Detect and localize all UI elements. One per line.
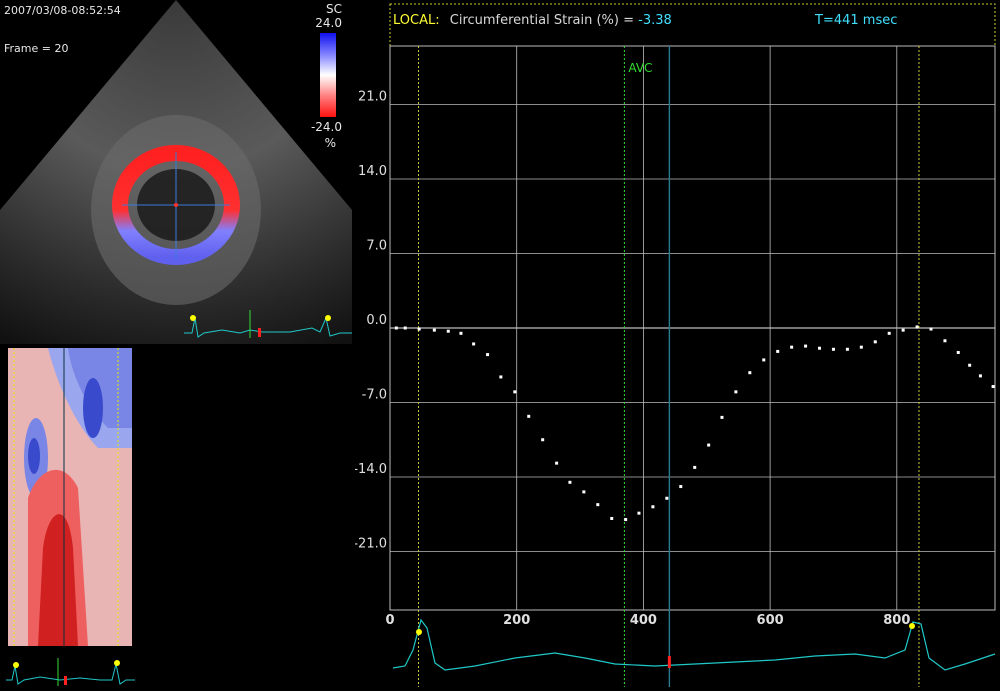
strain-point xyxy=(637,511,641,515)
strain-point xyxy=(873,340,877,344)
strain-chart[interactable]: LOCAL: Circumferential Strain (%) = -3.3… xyxy=(355,0,1000,687)
strain-point xyxy=(929,327,933,331)
strain-point xyxy=(541,438,545,442)
strain-point xyxy=(472,342,476,346)
x-axis-ticks: 0 200 400 600 800 xyxy=(385,613,910,628)
measure-label: Circumferential Strain (%) = xyxy=(450,13,634,28)
frame-label: Frame = 20 xyxy=(4,42,69,55)
strain-point xyxy=(707,443,711,447)
avc-label: AVC xyxy=(628,61,652,75)
strain-point xyxy=(901,328,905,332)
ecg-trace-mini xyxy=(6,658,135,686)
x-tick-label: 200 xyxy=(503,613,530,628)
strain-point xyxy=(776,349,780,353)
y-tick-label: -7.0 xyxy=(362,387,387,402)
reference-lines xyxy=(418,46,920,687)
strain-point xyxy=(499,375,503,379)
strain-point xyxy=(665,496,669,500)
y-tick-label: 7.0 xyxy=(366,239,387,254)
color-mmode-map xyxy=(8,348,132,646)
strain-point xyxy=(651,505,655,509)
chart-header: LOCAL: Circumferential Strain (%) = -3.3… xyxy=(389,3,996,47)
strain-point xyxy=(403,326,407,330)
scale-min-label: -24.0 xyxy=(310,120,342,134)
color-mmode-panel[interactable] xyxy=(8,348,132,646)
r-peak-marker xyxy=(416,629,422,635)
echo-image-panel[interactable]: 2007/03/08-08:52:54 Frame = 20 SC 24.0 -… xyxy=(0,0,352,344)
mini-ecg-panel xyxy=(0,650,135,687)
strain-point xyxy=(915,325,919,329)
strain-point xyxy=(978,374,982,378)
strain-point xyxy=(956,350,960,354)
time-readout: T=441 msec xyxy=(814,13,897,28)
strain-point xyxy=(582,490,586,494)
strain-point xyxy=(527,414,531,418)
strain-point xyxy=(818,346,822,350)
strain-point xyxy=(734,390,738,394)
strain-point xyxy=(432,328,436,332)
strain-point xyxy=(720,415,724,419)
strain-point xyxy=(693,465,697,469)
strain-points xyxy=(394,325,995,522)
strain-point xyxy=(555,461,559,465)
x-tick-label: 800 xyxy=(883,613,910,628)
scale-max-label: 24.0 xyxy=(315,16,342,30)
strain-point xyxy=(831,347,835,351)
strain-point xyxy=(624,518,628,522)
strain-point xyxy=(513,390,517,394)
x-tick-label: 600 xyxy=(757,613,784,628)
y-tick-label: -21.0 xyxy=(355,536,387,551)
strain-point xyxy=(486,353,490,357)
local-label: LOCAL: xyxy=(393,13,440,28)
color-scale-bar xyxy=(320,33,336,117)
timestamp: 2007/03/08-08:52:54 xyxy=(4,4,121,17)
y-tick-label: 14.0 xyxy=(358,164,387,179)
strain-point xyxy=(762,358,766,362)
strain-point xyxy=(991,385,995,389)
strain-point xyxy=(679,485,683,489)
strain-point xyxy=(568,480,572,484)
ecg-time-marker xyxy=(667,656,671,668)
strain-point xyxy=(790,345,794,349)
strain-point xyxy=(968,363,972,367)
x-tick-label: 0 xyxy=(385,613,394,628)
strain-point xyxy=(804,344,808,348)
strain-point xyxy=(596,503,600,507)
strain-point xyxy=(845,347,849,351)
strain-point xyxy=(394,326,398,330)
strain-point xyxy=(748,371,752,375)
x-tick-label: 400 xyxy=(630,613,657,628)
svg-text:LOCAL: Circumferential S: LOCAL: Circumferential Strain (%) = -3.3… xyxy=(393,13,672,28)
grid xyxy=(390,46,995,610)
strain-point xyxy=(459,331,463,335)
y-axis-ticks: 21.0 14.0 7.0 0.0 -7.0 -14.0 -21.0 xyxy=(355,90,387,552)
strain-point xyxy=(610,516,614,520)
y-tick-label: 21.0 xyxy=(358,90,387,105)
strain-point xyxy=(446,329,450,333)
scale-title: SC xyxy=(326,2,342,16)
y-tick-label: 0.0 xyxy=(366,313,387,328)
strain-value: -3.38 xyxy=(638,13,672,28)
strain-point xyxy=(887,331,891,335)
strain-point xyxy=(943,339,947,343)
scale-unit-label: % xyxy=(324,136,336,150)
strain-point xyxy=(417,327,421,331)
y-tick-label: -14.0 xyxy=(355,462,387,477)
r-peak-marker xyxy=(909,623,915,629)
strain-point xyxy=(859,345,863,349)
